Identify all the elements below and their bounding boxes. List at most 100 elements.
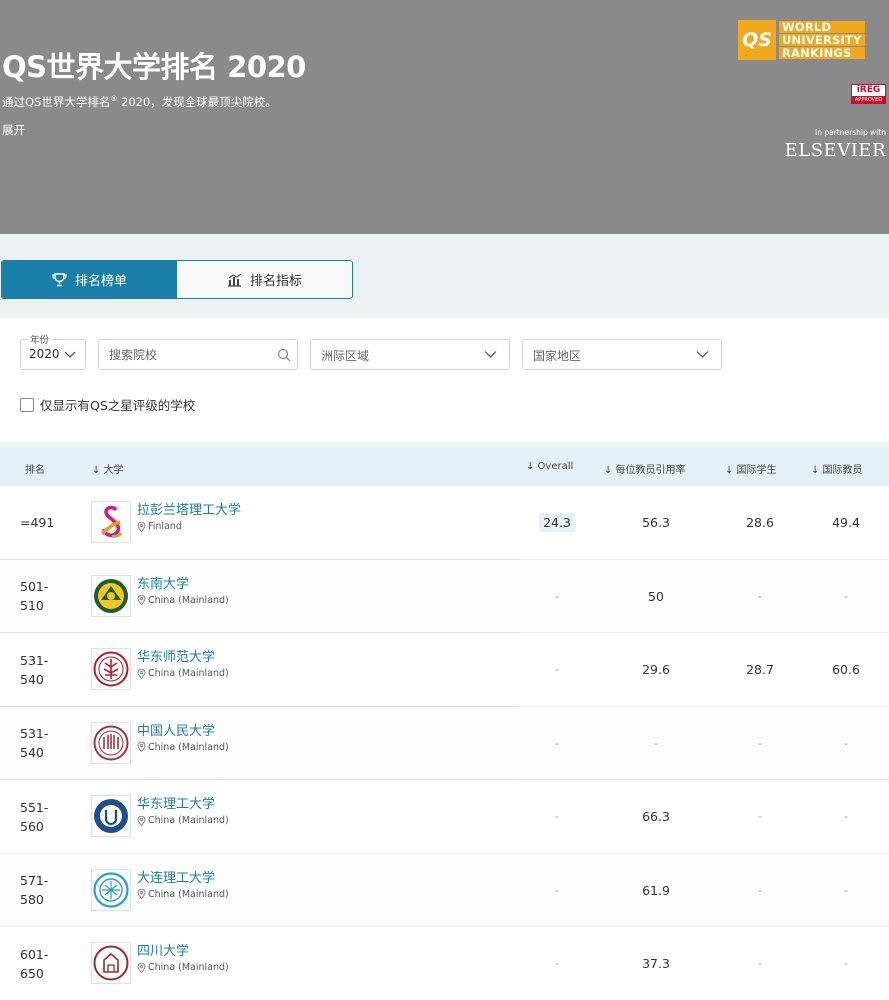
- logo-word-rankings: RANKINGS: [779, 46, 865, 59]
- university-country: China (Mainland): [137, 815, 229, 826]
- column-header-rank[interactable]: 排名: [25, 461, 45, 476]
- column-header-citations[interactable]: ↓ 每位教员引用率: [604, 461, 686, 476]
- university-country: China (Mainland): [137, 742, 229, 753]
- table-row: 531- 540 华东师范大学 China (Mainland) - 29.6 …: [0, 633, 889, 707]
- tab-ranking-list[interactable]: 排名榜单: [2, 261, 177, 298]
- university-country: China (Mainland): [137, 962, 229, 973]
- chevron-down-icon: [484, 351, 497, 358]
- ranking-table-body: =491 拉彭兰塔理工大学 Finland 24.3 56.3 28.6 49.…: [0, 486, 889, 1000]
- university-country: Finland: [137, 521, 182, 532]
- university-logo[interactable]: [91, 721, 131, 764]
- rank-value: =491: [20, 515, 55, 530]
- university-logo[interactable]: [91, 574, 131, 617]
- overall-score: -: [555, 736, 559, 750]
- university-logo[interactable]: [91, 795, 131, 837]
- university-seal-icon: [93, 651, 129, 687]
- chevron-down-icon: [696, 351, 709, 358]
- country-label: China (Mainland): [148, 962, 229, 973]
- table-row: 501- 510 东南大学 China (Mainland) - 50 - -: [0, 559, 889, 633]
- country-label: China (Mainland): [148, 815, 229, 826]
- tab-ranking-list-label: 排名榜单: [74, 274, 127, 289]
- university-logo[interactable]: [91, 501, 131, 543]
- table-row: 531- 540 中国人民大学 China (Mainland) - - - -: [0, 706, 889, 780]
- table-row: =491 拉彭兰塔理工大学 Finland 24.3 56.3 28.6 49.…: [0, 486, 889, 560]
- elsevier-logo: ELSEVIER: [784, 140, 886, 161]
- intl-faculty-score: 60.6: [832, 662, 860, 677]
- university-name-link[interactable]: 华东理工大学: [137, 793, 215, 812]
- intl-students-score: 28.7: [746, 662, 774, 677]
- university-logo[interactable]: [91, 648, 131, 690]
- university-name-link[interactable]: 拉彭兰塔理工大学: [137, 499, 241, 518]
- region-select[interactable]: 洲际区域: [310, 339, 510, 370]
- overall-score-value: 24.3: [539, 513, 575, 532]
- qs-logo-box: QS: [738, 20, 776, 60]
- overall-score: -: [555, 810, 559, 823]
- university-country: China (Mainland): [137, 595, 229, 606]
- qs-stars-filter[interactable]: 仅显示有QS之星评级的学校: [20, 395, 195, 414]
- rank-value: 531- 540: [20, 726, 49, 760]
- country-select[interactable]: 国家地区: [522, 339, 722, 370]
- intl-faculty-score: -: [844, 810, 848, 823]
- rank-value: 551- 560: [20, 799, 49, 834]
- intl-faculty-score: 49.4: [832, 515, 860, 530]
- year-select[interactable]: 年份 2020: [20, 332, 86, 370]
- citations-score: -: [654, 736, 658, 750]
- logo-word-world: WORLD: [779, 20, 865, 33]
- university-logo[interactable]: [91, 868, 131, 911]
- country-label: China (Mainland): [148, 594, 229, 606]
- intl-students-score: -: [758, 883, 762, 897]
- ireg-label: iREG: [856, 85, 881, 95]
- intl-faculty-score: -: [844, 736, 848, 750]
- intl-faculty-score: -: [844, 883, 848, 897]
- bar-chart-icon: [227, 273, 242, 287]
- trophy-icon: [52, 272, 67, 286]
- ireg-approved-label: APPROVED: [852, 96, 885, 104]
- university-name-link[interactable]: 中国人民大学: [137, 720, 215, 739]
- intl-students-score: -: [758, 589, 762, 603]
- chevron-down-icon: [64, 351, 76, 358]
- location-pin-icon: [137, 668, 146, 679]
- university-name-link[interactable]: 大连理工大学: [137, 867, 215, 886]
- citations-score: 61.9: [642, 882, 670, 898]
- filter-panel: 年份 2020 洲际区域 国家地区 仅显示有QS之星评级的学校: [0, 318, 889, 442]
- university-country: China (Mainland): [137, 889, 229, 900]
- partnership-text: In partnership with: [815, 128, 886, 137]
- citations-score: 66.3: [642, 809, 670, 824]
- table-header: 排名 ↓ 大学 ↓ Overall ↓ 每位教员引用率 ↓ 国际学生 ↓ 国际教…: [0, 448, 889, 486]
- column-header-overall[interactable]: ↓ Overall: [526, 461, 573, 472]
- column-header-university[interactable]: ↓ 大学: [92, 461, 124, 476]
- rank-value: 601- 650: [20, 946, 49, 981]
- search-input[interactable]: [109, 340, 274, 369]
- rank-value: 531- 540: [20, 652, 49, 687]
- qs-rankings-logo: QS WORLD UNIVERSITY RANKINGS: [738, 20, 884, 60]
- overall-score: -: [555, 883, 559, 897]
- university-emblem-icon: [94, 578, 128, 613]
- column-header-intl-faculty[interactable]: ↓ 国际教员: [811, 461, 863, 476]
- ireg-approved-badge: iREG APPROVED: [851, 84, 886, 104]
- table-row: 601- 650 四川大学 China (Mainland) - 37.3 - …: [0, 927, 889, 1000]
- university-name-link[interactable]: 四川大学: [137, 940, 189, 959]
- country-label: China (Mainland): [148, 668, 229, 679]
- location-pin-icon: [137, 595, 146, 605]
- page-subtitle: 通过QS世界大学排名® 2020，发现全球最顶尖院校。: [2, 94, 277, 110]
- university-name-link[interactable]: 东南大学: [137, 573, 189, 592]
- qs-stars-checkbox[interactable]: [20, 397, 34, 412]
- university-logo[interactable]: [91, 942, 131, 984]
- expand-link[interactable]: 展开: [2, 122, 25, 138]
- subtitle-post: 2020，发现全球最顶尖院校。: [117, 95, 277, 109]
- overall-score: -: [555, 663, 559, 676]
- country-label: Finland: [148, 521, 182, 532]
- tab-ranking-indicators-label: 排名指标: [249, 274, 302, 289]
- rank-value: 501- 510: [20, 579, 49, 613]
- table-row: 571- 580 大连理工大学 China (Mainland) - 61.9 …: [0, 853, 889, 927]
- university-name-link[interactable]: 华东师范大学: [137, 646, 215, 665]
- tab-ranking-indicators[interactable]: 排名指标: [177, 261, 352, 298]
- citations-score: 37.3: [642, 956, 670, 971]
- intl-faculty-score: -: [844, 589, 848, 603]
- ampersand-logo-icon: [100, 505, 123, 538]
- table-row: 551- 560 华东理工大学 China (Mainland) - 66.3 …: [0, 780, 889, 854]
- overall-score: -: [555, 589, 559, 603]
- search-icon[interactable]: [277, 348, 291, 362]
- year-select-value: 2020: [29, 347, 60, 361]
- column-header-intl-students[interactable]: ↓ 国际学生: [725, 461, 777, 476]
